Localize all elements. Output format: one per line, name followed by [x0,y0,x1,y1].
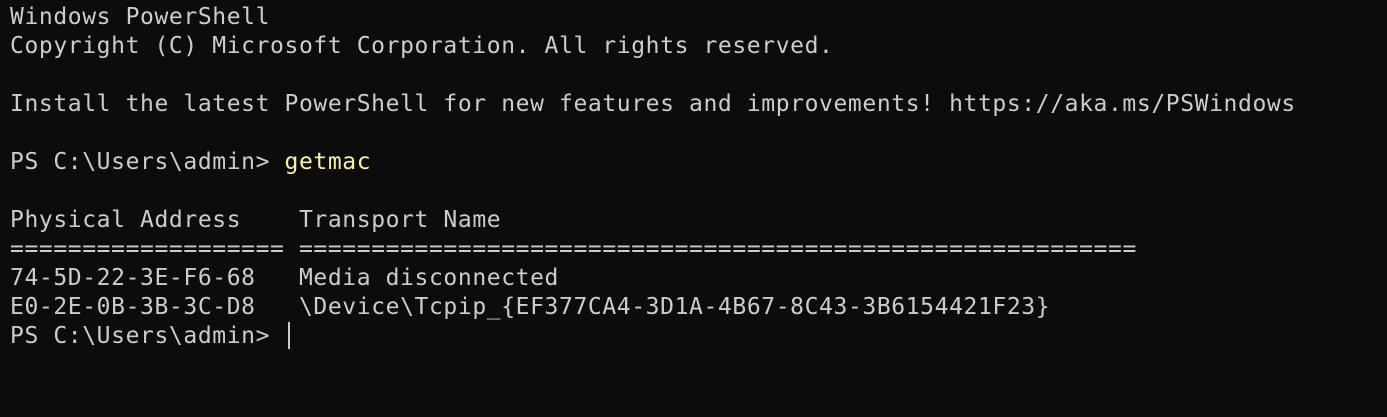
copyright-line: Copyright (C) Microsoft Corporation. All… [10,33,834,59]
separator-physical: =================== [10,236,285,262]
output-separator-row: =================== ====================… [10,235,1387,264]
row-transport: \Device\Tcpip_{EF377CA4-3D1A-4B67-8C43-3… [298,294,1051,320]
row-transport: Media disconnected [298,265,560,291]
input-line[interactable]: PS C:\Users\admin> [10,322,1387,351]
text-cursor [287,322,290,349]
terminal-window[interactable]: Windows PowerShell Copyright (C) Microso… [0,0,1387,417]
install-hint: Install the latest PowerShell for new fe… [10,91,1296,117]
prompt: PS C:\Users\admin> [10,323,285,349]
banner-title: Windows PowerShell [10,4,271,30]
row-address: E0-2E-0B-3B-3C-D8 [10,294,256,320]
command-line: PS C:\Users\admin> getmac [10,148,1387,177]
output-header-row: Physical Address Transport Name [10,206,1387,235]
header-transport-name: Transport Name [298,207,502,233]
command-text: getmac [284,149,372,175]
output-row: 74-5D-22-3E-F6-68 Media disconnected [10,264,1387,293]
header-physical-address: Physical Address [10,207,242,233]
row-address: 74-5D-22-3E-F6-68 [10,265,256,291]
separator-transport: ========================================… [298,236,1137,262]
prompt: PS C:\Users\admin> [10,149,285,175]
output-row: E0-2E-0B-3B-3C-D8 \Device\Tcpip_{EF377CA… [10,293,1387,322]
